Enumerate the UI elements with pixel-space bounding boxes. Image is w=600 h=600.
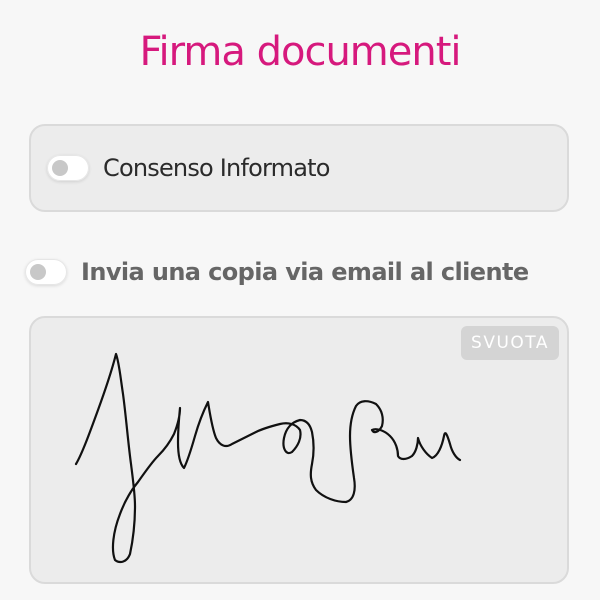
email-copy-label: Invia una copia via email al cliente — [81, 258, 529, 286]
email-copy-row[interactable]: Invia una copia via email al cliente — [25, 258, 529, 286]
email-copy-toggle-knob — [30, 264, 46, 280]
signature-page: Firma documenti Consenso Informato Invia… — [0, 0, 600, 600]
email-copy-toggle[interactable] — [25, 259, 67, 285]
consent-label: Consenso Informato — [103, 154, 330, 182]
clear-signature-button[interactable]: SVUOTA — [461, 326, 559, 360]
page-title: Firma documenti — [139, 29, 461, 75]
consent-toggle-knob — [52, 160, 68, 176]
consent-toggle[interactable] — [47, 155, 89, 181]
signature-pad[interactable]: SVUOTA — [29, 316, 569, 584]
signature-stroke — [74, 352, 462, 564]
consent-toggle-card[interactable]: Consenso Informato — [29, 124, 569, 212]
